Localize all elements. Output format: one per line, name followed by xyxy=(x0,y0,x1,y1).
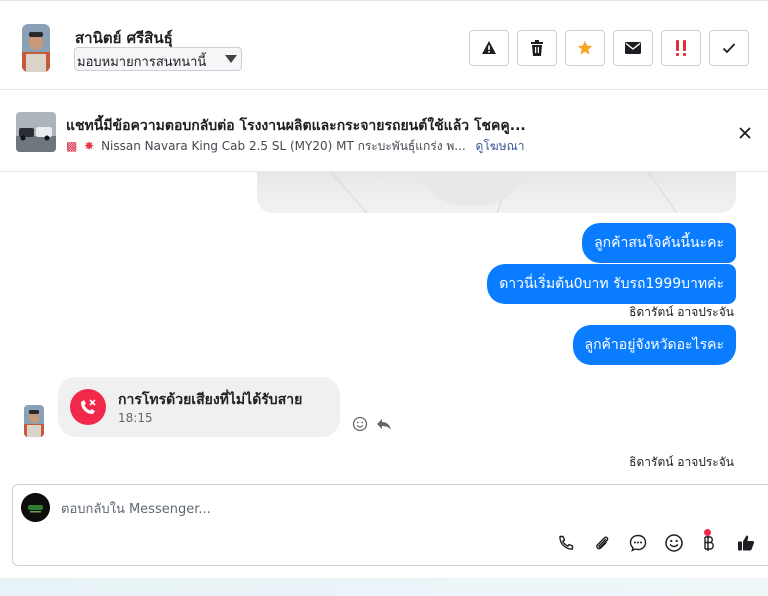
conversation-header: สานิตย์ ศรีสินธุ์ มอบหมายการสนทนานี้ xyxy=(0,4,768,90)
star-button[interactable] xyxy=(565,30,605,66)
footer-band xyxy=(0,578,768,596)
contact-avatar-small[interactable] xyxy=(24,405,44,437)
notification-dot xyxy=(704,529,711,536)
burst-icon: ✸ xyxy=(84,139,95,153)
outgoing-message[interactable]: ลูกค้าอยู่จังหวัดอะไรคะ xyxy=(572,325,736,365)
assign-label: มอบหมายการสนทนานี้ xyxy=(77,55,207,70)
like-button[interactable] xyxy=(736,533,756,553)
shared-photo[interactable] xyxy=(257,172,736,213)
check-icon xyxy=(722,43,736,54)
mark-unread-button[interactable] xyxy=(613,30,653,66)
follow-up-button[interactable] xyxy=(661,30,701,66)
emoji-icon xyxy=(665,534,683,552)
react-button[interactable] xyxy=(352,416,368,432)
sender-name: ธิดารัตน์ อาจประจัน xyxy=(629,455,734,469)
report-spam-button[interactable] xyxy=(469,30,509,66)
emoji-button[interactable] xyxy=(664,533,684,553)
ad-subtitle: Nissan Navara King Cab 2.5 SL (MY20) MT … xyxy=(101,139,466,153)
outgoing-message[interactable]: ลูกค้าสนใจคันนี้นะคะ xyxy=(582,223,736,263)
ad-thumbnail[interactable] xyxy=(16,112,56,152)
saved-replies-icon xyxy=(629,534,647,552)
delete-button[interactable] xyxy=(517,30,557,66)
assign-conversation-select[interactable]: มอบหมายการสนทนานี้ xyxy=(74,47,242,71)
saved-replies-button[interactable] xyxy=(628,533,648,553)
smiley-icon xyxy=(352,416,368,432)
trash-icon xyxy=(531,40,543,56)
banner-title: แชทนี้มีข้อความตอบกลับต่อ โรงงานผลิตและก… xyxy=(66,118,526,134)
chevron-down-icon xyxy=(225,55,237,63)
close-banner-button[interactable] xyxy=(736,124,754,142)
missed-call-card[interactable]: การโทรด้วยเสียงที่ไม่ได้รับสาย 18:15 xyxy=(58,377,340,437)
banner-subtitle-row: ▩ ✸ Nissan Navara King Cab 2.5 SL (MY20)… xyxy=(66,137,524,156)
reply-button[interactable] xyxy=(376,416,392,432)
envelope-icon xyxy=(625,42,641,54)
reply-composer xyxy=(12,484,768,566)
mark-done-button[interactable] xyxy=(709,30,749,66)
star-icon xyxy=(577,40,593,55)
payment-button[interactable] xyxy=(699,533,719,553)
page-avatar xyxy=(21,493,50,522)
call-title: การโทรด้วยเสียงที่ไม่ได้รับสาย xyxy=(118,392,303,408)
baht-icon xyxy=(704,535,714,551)
car-icon: ▩ xyxy=(66,139,78,153)
sender-name: ธิดารัตน์ อาจประจัน xyxy=(629,305,734,319)
attach-button[interactable] xyxy=(592,533,612,553)
message-thread[interactable]: ลูกค้าสนใจคันนี้นะคะ ดาวนี่เริ่มต้น0บาท … xyxy=(0,172,768,482)
call-button[interactable] xyxy=(556,533,576,553)
like-icon xyxy=(738,535,755,551)
reply-input[interactable] xyxy=(61,499,661,519)
reply-arrow-icon xyxy=(377,419,391,430)
outgoing-message[interactable]: ดาวนี่เริ่มต้น0บาท รับรถ1999บาทค่ะ xyxy=(487,264,736,304)
warning-icon xyxy=(482,41,496,54)
ad-reply-banner: แชทนี้มีข้อความตอบกลับต่อ โรงงานผลิตและก… xyxy=(0,90,768,172)
contact-avatar[interactable] xyxy=(22,24,50,72)
view-ad-link[interactable]: ดูโฆษณา xyxy=(476,139,525,153)
call-time: 18:15 xyxy=(118,411,153,425)
paperclip-icon xyxy=(596,536,609,550)
phone-icon xyxy=(559,535,574,550)
missed-call-icon xyxy=(70,389,106,425)
close-icon xyxy=(739,127,751,139)
exclamation-icon xyxy=(676,40,686,56)
